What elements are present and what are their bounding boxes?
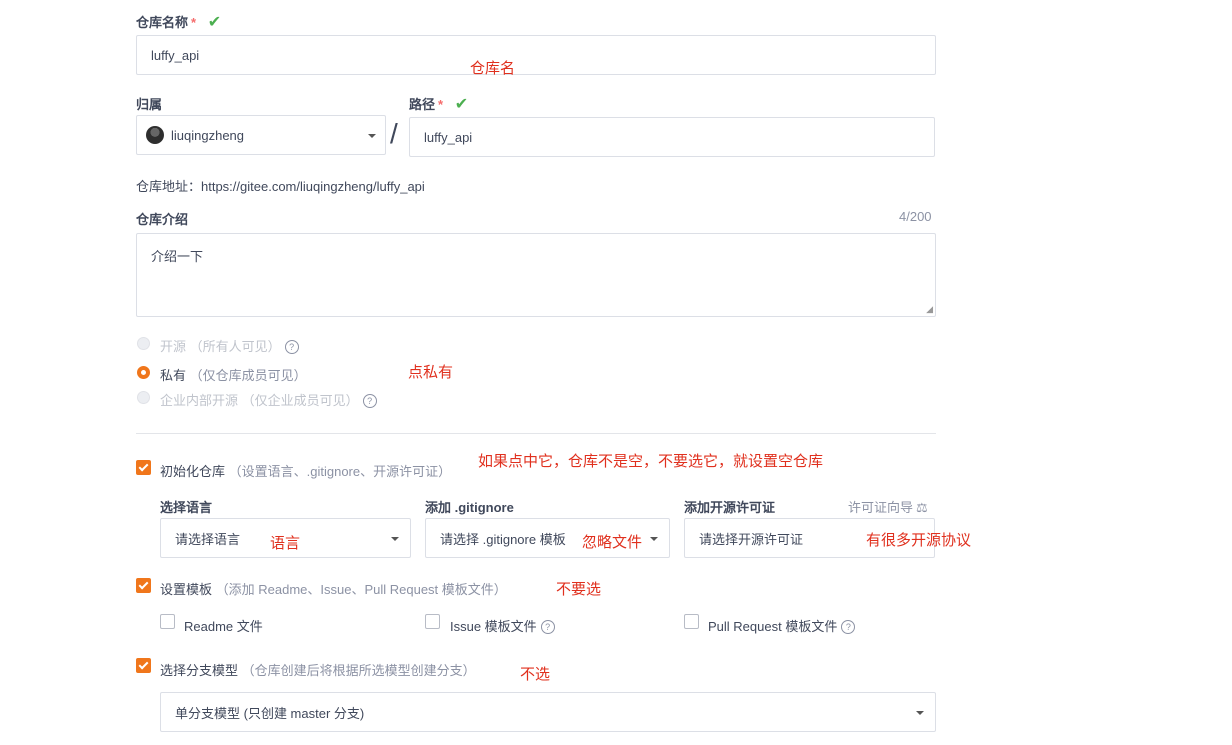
annotation-private: 点私有	[408, 364, 454, 381]
license-wizard-link[interactable]: 许可证向导 ⚖	[848, 497, 928, 516]
resize-handle-icon[interactable]: ◢	[926, 304, 933, 315]
branch-model-select[interactable]: 单分支模型 (只创建 master 分支)	[160, 692, 936, 732]
check-icon: ✔	[207, 14, 222, 31]
branch-model-checkbox[interactable]	[136, 658, 151, 673]
chevron-down-icon	[916, 711, 924, 715]
language-label: 选择语言	[160, 500, 213, 515]
branch-model-label: 选择分支模型 （仓库创建后将根据所选模型创建分支）	[160, 663, 476, 678]
issue-template-label: Issue 模板文件?	[450, 616, 555, 635]
help-icon[interactable]: ?	[841, 620, 856, 634]
chevron-down-icon	[368, 134, 376, 138]
owner-label: 归属	[136, 97, 163, 112]
init-repo-label: 初始化仓库 （设置语言、.gitignore、开源许可证）	[160, 464, 452, 479]
repo-name-label: 仓库名称 * ✔	[136, 14, 222, 31]
radio-private[interactable]	[137, 366, 150, 379]
readme-label: Readme 文件	[184, 619, 263, 634]
avatar	[146, 126, 164, 144]
repo-name-input[interactable]: luffy_api	[136, 35, 936, 75]
repo-address: 仓库地址：https://gitee.com/liuqingzheng/luff…	[136, 179, 425, 194]
readme-checkbox[interactable]	[160, 614, 175, 629]
chevron-down-icon	[650, 537, 658, 541]
template-label: 设置模板 （添加 Readme、Issue、Pull Request 模板文件）	[160, 582, 507, 597]
intro-label: 仓库介绍	[136, 212, 189, 227]
annotation-license: 有很多开源协议	[866, 532, 972, 549]
issue-template-checkbox[interactable]	[425, 614, 440, 629]
path-separator: /	[390, 118, 398, 149]
path-label: 路径 * ✔	[409, 96, 469, 113]
template-checkbox[interactable]	[136, 578, 151, 593]
help-icon[interactable]: ?	[362, 394, 377, 408]
init-repo-checkbox[interactable]	[136, 460, 151, 475]
annotation-init: 如果点中它，仓库不是空，不要选它，就设置空仓库	[478, 453, 824, 470]
radio-public-label: 开源 （所有人可见）?	[160, 336, 299, 355]
radio-public[interactable]	[137, 337, 150, 350]
annotation-template: 不要选	[556, 581, 602, 598]
path-input[interactable]: luffy_api	[409, 117, 935, 157]
annotation-language: 语言	[270, 535, 301, 552]
help-icon[interactable]: ?	[540, 620, 555, 634]
intro-textarea[interactable]: 介绍一下 ◢	[136, 233, 936, 317]
divider	[136, 433, 936, 434]
intro-counter: 4/200	[899, 209, 932, 224]
radio-enterprise-label: 企业内部开源 （仅企业成员可见）?	[160, 390, 377, 409]
annotation-repo-name: 仓库名	[470, 60, 516, 77]
annotation-gitignore: 忽略文件	[582, 534, 643, 551]
scale-icon: ⚖	[916, 500, 928, 515]
radio-private-label: 私有 （仅仓库成员可见）	[160, 368, 307, 383]
license-label: 添加开源许可证	[684, 500, 776, 515]
annotation-branch: 不选	[520, 666, 551, 683]
chevron-down-icon	[391, 537, 399, 541]
radio-enterprise[interactable]	[137, 391, 150, 404]
check-icon: ✔	[454, 96, 469, 113]
help-icon[interactable]: ?	[284, 340, 299, 354]
owner-select[interactable]: liuqingzheng	[136, 115, 386, 155]
pr-template-label: Pull Request 模板文件?	[708, 616, 856, 635]
pr-template-checkbox[interactable]	[684, 614, 699, 629]
gitignore-label: 添加 .gitignore	[425, 500, 514, 515]
